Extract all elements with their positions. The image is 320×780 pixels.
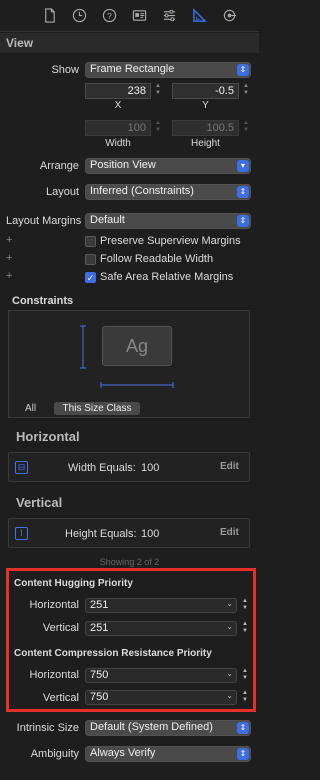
y-stepper[interactable]: ▲ ▼: [241, 83, 251, 99]
ambiguity-popup[interactable]: Always Verify ⇕: [85, 746, 251, 762]
arrange-popup[interactable]: Position View ▾: [85, 158, 251, 174]
layout-value: Inferred (Constraints): [90, 185, 194, 197]
compression-vertical-value: 750: [90, 691, 109, 703]
intrinsic-size-popup[interactable]: Default (System Defined) ⇕: [85, 720, 251, 736]
show-label: Show: [51, 64, 79, 76]
compression-header: Content Compression Resistance Priority: [14, 648, 212, 659]
width-label: Width: [105, 138, 131, 149]
ambiguity-label: Ambiguity: [30, 748, 79, 760]
height-label: Height: [191, 138, 220, 149]
compression-horizontal-label: Horizontal: [29, 669, 79, 681]
arrange-label: Arrange: [39, 160, 79, 172]
x-stepper[interactable]: ▲ ▼: [153, 83, 163, 99]
layout-label: Layout: [45, 186, 79, 198]
add-safe-area-variation-button[interactable]: +: [6, 270, 12, 282]
y-label: Y: [202, 100, 209, 111]
hugging-vertical-select[interactable]: 251 ⌄: [85, 621, 237, 636]
chevron-down-icon: ⌄: [226, 669, 233, 678]
layout-margins-value: Default: [90, 214, 125, 226]
show-value: Frame Rectangle: [90, 63, 175, 75]
compression-vertical-stepper[interactable]: ▲ ▼: [240, 690, 250, 706]
compression-vertical-select[interactable]: 750 ⌄: [85, 690, 237, 705]
height-equals-text: Height Equals:: [65, 528, 137, 540]
intrinsic-size-label: Intrinsic Size: [16, 722, 79, 734]
layout-popup[interactable]: Inferred (Constraints) ⇕: [85, 184, 251, 200]
connections-icon[interactable]: [221, 7, 239, 25]
hugging-header: Content Hugging Priority: [14, 578, 133, 589]
height-equals-value: 100: [141, 528, 160, 540]
chevron-down-icon: ⌄: [226, 622, 233, 631]
hugging-horizontal-label: Horizontal: [29, 599, 79, 611]
add-readable-variation-button[interactable]: +: [6, 252, 12, 264]
width-equals-value: 100: [141, 462, 160, 474]
y-field[interactable]: -0.5: [172, 83, 239, 99]
clock-icon[interactable]: [71, 7, 89, 25]
horizontal-header: Horizontal: [16, 429, 80, 444]
identity-icon[interactable]: [131, 7, 149, 25]
height-stepper[interactable]: ▲ ▼: [241, 120, 251, 136]
width-field[interactable]: 100: [85, 120, 151, 136]
x-label: X: [114, 100, 122, 111]
tab-this-size-class[interactable]: This Size Class: [54, 402, 140, 415]
compression-vertical-label: Vertical: [42, 692, 79, 704]
chevron-down-icon: ⌄: [226, 691, 233, 700]
width-equals-text: Width Equals:: [68, 462, 136, 474]
width-edit-button[interactable]: Edit: [220, 461, 239, 472]
width-stepper[interactable]: ▲ ▼: [153, 120, 163, 136]
x-field[interactable]: 238: [85, 83, 151, 99]
showing-count: Showing 2 of 2: [99, 557, 160, 567]
chevron-updown-icon: ⇕: [237, 215, 249, 227]
height-constraint-icon: I: [15, 527, 28, 540]
hugging-horizontal-select[interactable]: 251 ⌄: [85, 598, 237, 613]
hugging-vertical-stepper[interactable]: ▲ ▼: [240, 621, 250, 637]
layout-margins-label: Layout Margins: [6, 215, 82, 227]
chevron-updown-icon: ⇕: [237, 722, 249, 734]
view-section-header[interactable]: View: [0, 33, 259, 53]
arrange-value: Position View: [90, 159, 156, 171]
document-icon[interactable]: [41, 7, 59, 25]
horizontal-constraint-icon[interactable]: [100, 380, 174, 390]
sliders-icon[interactable]: [161, 7, 179, 25]
preserve-superview-label: Preserve Superview Margins: [100, 235, 241, 247]
svg-text:?: ?: [107, 11, 112, 21]
preserve-superview-checkbox[interactable]: [85, 236, 96, 247]
layout-margins-popup[interactable]: Default ⇕: [85, 213, 251, 229]
chevron-updown-icon: ⇕: [237, 64, 249, 76]
follow-readable-checkbox[interactable]: [85, 254, 96, 265]
chevron-down-icon: ⌄: [226, 599, 233, 608]
preview-view[interactable]: Ag: [102, 326, 172, 366]
inspector-toolbar: ?: [0, 0, 259, 32]
compression-horizontal-select[interactable]: 750 ⌄: [85, 668, 237, 683]
width-constraint-icon: ⊟: [15, 461, 28, 474]
hugging-vertical-label: Vertical: [42, 622, 79, 634]
vertical-constraint-icon[interactable]: [78, 325, 88, 369]
hugging-vertical-value: 251: [90, 622, 109, 634]
vertical-header: Vertical: [16, 495, 63, 510]
chevron-updown-icon: ⇕: [237, 186, 249, 198]
follow-readable-label: Follow Readable Width: [100, 253, 214, 265]
ambiguity-value: Always Verify: [90, 747, 156, 759]
intrinsic-size-value: Default (System Defined): [90, 721, 213, 733]
chevron-down-icon: ▾: [237, 160, 249, 172]
safe-area-checkbox[interactable]: ✓: [85, 272, 96, 283]
add-preserve-variation-button[interactable]: +: [6, 234, 12, 246]
height-field[interactable]: 100.5: [172, 120, 239, 136]
height-edit-button[interactable]: Edit: [220, 527, 239, 538]
tab-all[interactable]: All: [25, 403, 36, 414]
safe-area-label: Safe Area Relative Margins: [100, 271, 234, 283]
compression-horizontal-value: 750: [90, 669, 109, 681]
hugging-horizontal-stepper[interactable]: ▲ ▼: [240, 598, 250, 614]
chevron-updown-icon: ⇕: [237, 748, 249, 760]
hugging-horizontal-value: 251: [90, 599, 109, 611]
help-icon[interactable]: ?: [101, 7, 119, 25]
ruler-icon[interactable]: [191, 7, 209, 25]
show-popup[interactable]: Frame Rectangle ⇕: [85, 62, 251, 78]
compression-horizontal-stepper[interactable]: ▲ ▼: [240, 668, 250, 684]
constraints-header: Constraints: [12, 295, 74, 307]
